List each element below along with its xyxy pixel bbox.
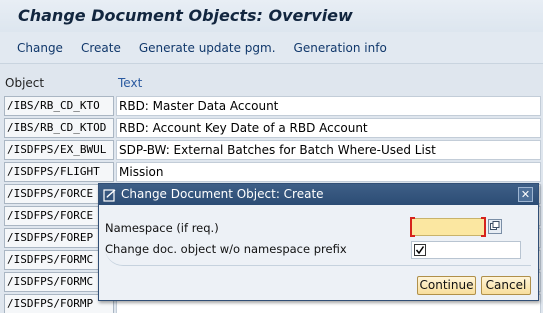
text-cell[interactable]: RBD: Account Key Date of a RBD Account [116, 118, 541, 138]
table-row[interactable]: /ISDFPS/EX_BWUL SDP-BW: External Batches… [4, 140, 541, 160]
change-button[interactable]: Change [17, 41, 63, 55]
object-cell[interactable]: /IBS/RB_CD_KTO [4, 96, 114, 116]
namespace-label: Namespace (if req.) [105, 221, 219, 235]
create-dialog: Change Document Object: Create ✕ Namespa… [98, 183, 539, 301]
text-cell[interactable]: SDP-BW: External Batches for Batch Where… [116, 140, 541, 160]
object-cell[interactable]: /IBS/RB_CD_KTOD [4, 118, 114, 138]
table-row[interactable]: /IBS/RB_CD_KTO RBD: Master Data Account [4, 96, 541, 116]
create-document-icon [103, 188, 117, 202]
object-cell[interactable]: /ISDFPS/FLIGHT [4, 162, 114, 182]
table-row[interactable]: /IBS/RB_CD_KTOD RBD: Account Key Date of… [4, 118, 541, 138]
create-button[interactable]: Create [81, 41, 121, 55]
without-prefix-checkbox[interactable] [414, 244, 426, 256]
value-help-icon[interactable] [488, 219, 502, 234]
checkmark-icon [415, 246, 425, 255]
dialog-title: Change Document Object: Create [121, 187, 324, 201]
required-marker [481, 217, 486, 237]
object-cell[interactable]: /ISDFPS/EX_BWUL [4, 140, 114, 160]
table-header: Object Text [0, 74, 543, 92]
cancel-button[interactable]: Cancel [481, 276, 531, 295]
dialog-body: Namespace (if req.) Change doc. object w… [99, 205, 538, 300]
application-toolbar: Change Create Generate update pgm. Gener… [0, 32, 543, 64]
continue-button[interactable]: Continue [417, 276, 476, 295]
column-header-text[interactable]: Text [118, 76, 142, 90]
page-title: Change Document Objects: Overview [18, 6, 353, 25]
column-header-object[interactable]: Object [5, 76, 44, 90]
table-row[interactable]: /ISDFPS/FLIGHT Mission [4, 162, 541, 182]
namespace-input[interactable] [410, 217, 486, 237]
text-cell[interactable]: RBD: Master Data Account [116, 96, 541, 116]
text-cell[interactable]: Mission [116, 162, 541, 182]
required-marker [410, 217, 415, 237]
without-prefix-field [411, 241, 521, 259]
generate-update-program-button[interactable]: Generate update pgm. [139, 41, 276, 55]
generation-info-button[interactable]: Generation info [294, 41, 387, 55]
dialog-title-bar[interactable]: Change Document Object: Create ✕ [99, 184, 538, 205]
without-prefix-label: Change doc. object w/o namespace prefix [105, 242, 347, 256]
title-bar: Change Document Objects: Overview [0, 0, 543, 32]
close-icon[interactable]: ✕ [518, 187, 533, 202]
